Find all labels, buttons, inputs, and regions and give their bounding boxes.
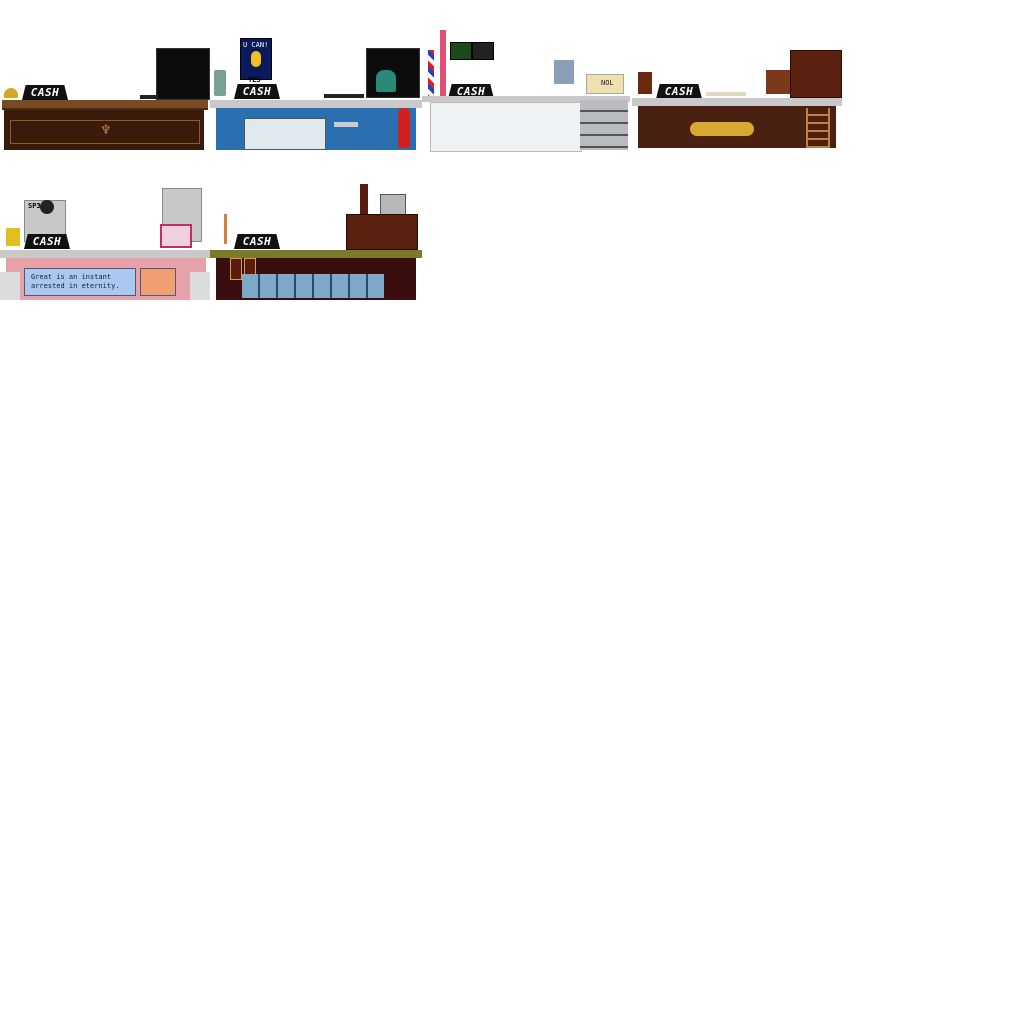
phone-icon (214, 70, 226, 96)
plate-icon (706, 92, 746, 96)
counter-top (632, 98, 842, 106)
hanging-banner (230, 258, 242, 280)
pencil-cup-icon (766, 70, 790, 94)
service-bell-icon (4, 88, 18, 98)
planter-icon (190, 272, 210, 300)
photo-frame (472, 42, 494, 60)
bar-counter: CASH (210, 184, 422, 302)
cash-sign: CASH (234, 84, 280, 99)
cash-sign: CASH (656, 84, 702, 99)
pink-counter: SP3 CASH Great is an instant arrested in… (0, 188, 212, 302)
barber-pole-icon (428, 50, 434, 100)
banner-line-1: Great is an instant (31, 273, 112, 281)
supply-box: NOL (586, 74, 624, 94)
counter-top (210, 250, 422, 258)
poster-title: U CAN! (243, 41, 269, 49)
photo-frame (450, 42, 472, 60)
cabinet (790, 50, 842, 98)
cash-sign: CASH (22, 85, 68, 100)
cash-sign: CASH (234, 234, 280, 249)
figure-icon (251, 51, 261, 67)
coat-rack-icon (440, 30, 446, 100)
gold-plaque (690, 122, 754, 136)
counter-top (210, 100, 422, 108)
planter-icon (0, 272, 20, 300)
keyboard-icon (140, 95, 158, 99)
drawer-unit (580, 100, 628, 150)
banner-line-2: arrested in eternity. (31, 282, 120, 290)
ink-bottle-icon (638, 72, 652, 94)
poster-caption: YES (248, 76, 261, 84)
wine-bottle-icon (360, 184, 368, 214)
portrait-icon (140, 268, 176, 296)
bottle-icon (6, 228, 20, 246)
quote-banner: Great is an instant arrested in eternity… (24, 268, 136, 296)
ornament-icon: ♆ (100, 123, 112, 138)
counter-sprite-sheet: CASH ♆ U CAN! YES CASH NOL CASH CASH SP3… (0, 0, 1024, 1024)
cactus-icon (376, 70, 396, 92)
ladder-icon (806, 108, 830, 148)
box-label: NOL (601, 79, 614, 87)
scissors-jar-icon (554, 60, 574, 84)
drawer-handle (334, 122, 358, 127)
tile-strip (242, 274, 384, 298)
counter-top (2, 100, 208, 110)
barber-counter: NOL CASH (420, 30, 632, 152)
face-icon (40, 200, 54, 214)
blue-counter: U CAN! YES CASH (210, 38, 422, 152)
candle-icon (224, 214, 227, 244)
poster: U CAN! (240, 38, 272, 80)
wooden-shelf (346, 214, 418, 250)
cash-sign: CASH (24, 234, 70, 249)
glass-fridge (244, 118, 326, 150)
counter-body (430, 102, 582, 152)
counter-top (0, 250, 212, 258)
monitor-icon (156, 48, 210, 100)
shelf-sign: SP3 (28, 202, 41, 210)
brown-counter: CASH (632, 50, 844, 152)
cat-picture-frame (160, 224, 192, 248)
fire-extinguisher-icon (398, 108, 410, 148)
wood-counter: CASH ♆ (0, 40, 210, 152)
cooking-pot-icon (380, 194, 406, 216)
keyboard-icon (324, 94, 364, 98)
